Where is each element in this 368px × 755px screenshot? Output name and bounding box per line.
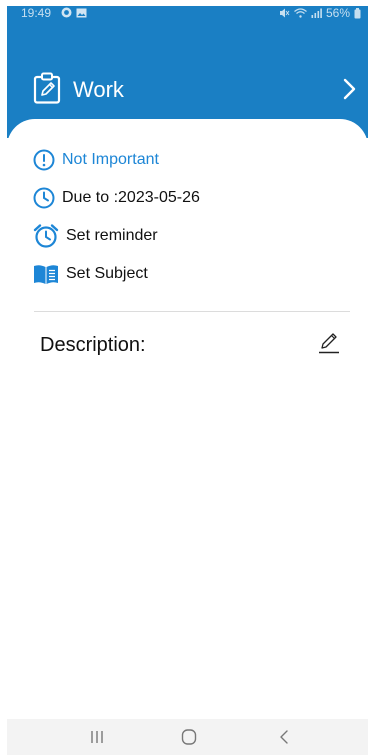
wifi-icon xyxy=(294,8,307,18)
description-label: Description: xyxy=(40,334,146,356)
recent-apps-icon[interactable] xyxy=(85,727,109,747)
importance-label: Not Important xyxy=(62,151,159,168)
status-time: 19:49 xyxy=(21,6,52,20)
clipboard-edit-icon xyxy=(33,72,61,104)
gallery-icon xyxy=(76,8,87,17)
subject-label: Set Subject xyxy=(66,265,148,282)
page-title: Work xyxy=(73,77,124,102)
notification-icons xyxy=(61,7,87,18)
back-icon[interactable] xyxy=(273,727,297,747)
whatsapp-icon xyxy=(61,7,72,18)
system-nav-bar xyxy=(7,719,368,755)
mute-icon xyxy=(279,8,290,18)
subject-row[interactable]: Set Subject xyxy=(33,261,148,287)
system-status: 56% xyxy=(279,6,361,20)
home-icon[interactable] xyxy=(177,727,201,747)
header-title-row: Work xyxy=(33,70,359,110)
signal-icon xyxy=(311,8,322,18)
status-bar: 19:49 56% xyxy=(21,6,361,24)
reminder-row[interactable]: Set reminder xyxy=(33,223,158,249)
due-date-label: Due to :2023-05-26 xyxy=(62,189,200,206)
clock-icon xyxy=(33,187,55,209)
battery-percent: 56% xyxy=(325,6,350,20)
importance-row[interactable]: Not Important xyxy=(33,147,159,173)
alarm-clock-icon xyxy=(33,224,59,248)
due-date-row[interactable]: Due to :2023-05-26 xyxy=(33,185,200,211)
reminder-label: Set reminder xyxy=(66,227,158,244)
alert-circle-icon xyxy=(33,149,55,171)
chevron-right-icon[interactable] xyxy=(341,76,359,102)
pencil-icon[interactable] xyxy=(316,330,342,356)
book-icon xyxy=(34,265,58,284)
battery-icon xyxy=(354,7,361,18)
section-divider xyxy=(34,311,350,312)
